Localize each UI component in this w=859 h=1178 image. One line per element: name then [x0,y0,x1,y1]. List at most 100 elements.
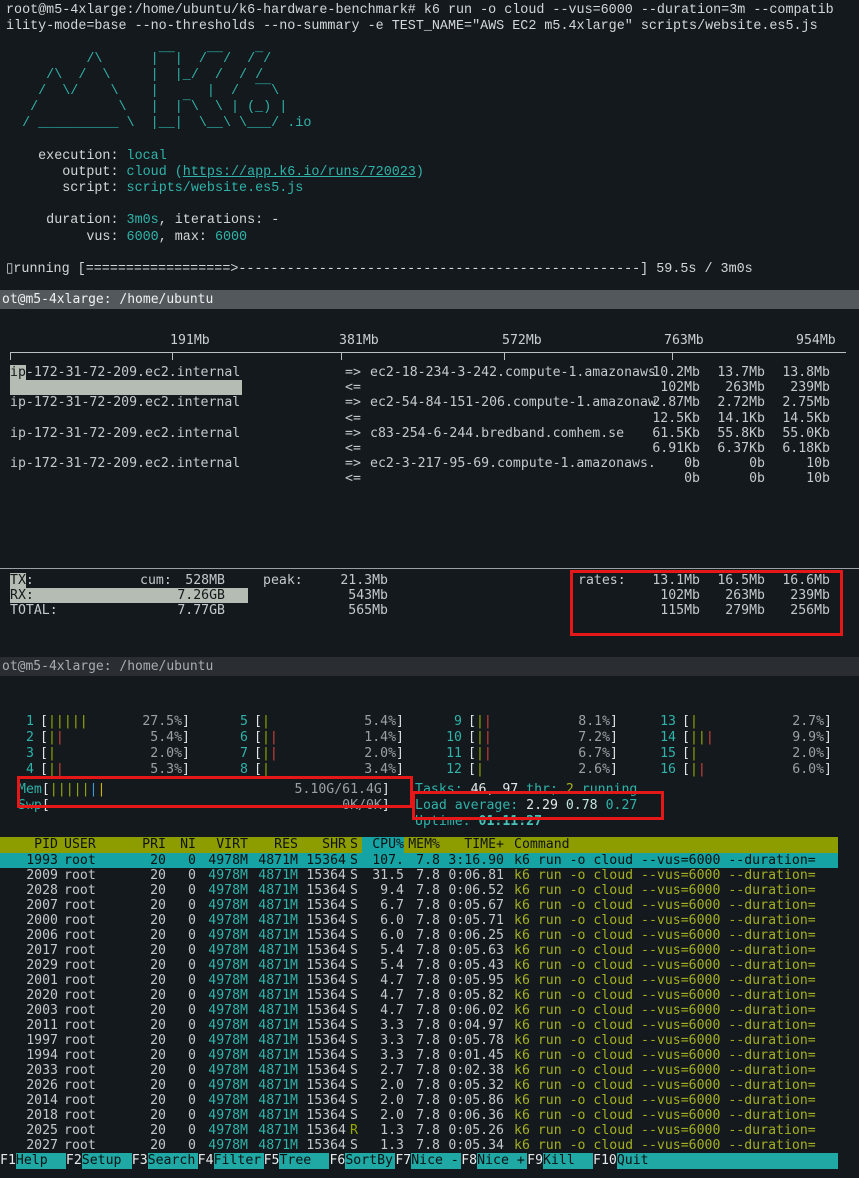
process-row-2028[interactable]: 2028root2004978M4871M15364S9.47.80:06.52… [0,883,838,898]
k6-cloud-run-link[interactable]: https://app.k6.io/runs/720023 [183,165,416,180]
fkey-label: Quit [617,1153,838,1169]
column-header-pid[interactable]: PID [0,837,58,853]
column-header-pri[interactable]: PRI [142,837,166,853]
process-row-2018[interactable]: 2018root2004978M4871M15364S2.07.80:06.36… [0,1108,838,1123]
process-row-1994[interactable]: 1994root2004978M4871M15364S3.37.80:01.45… [0,1048,838,1063]
process-row-2025[interactable]: 2025root2004978M4871M15364R1.37.80:05.26… [0,1123,838,1138]
fkey-label: Filter [214,1153,264,1169]
execution-label: execution: [6,149,127,164]
arrow-out-icon: => [345,426,361,441]
window-titlebar-htop: ot@m5-4xlarge: /home/ubuntu [0,657,859,676]
process-row-2033[interactable]: 2033root2004978M4871M15364S2.77.80:02.38… [0,1063,838,1078]
meter-value: 0K/0K [342,798,382,814]
process-row-2027[interactable]: 2027root2004978M4871M15364S1.37.80:05.34… [0,1138,838,1153]
process-row-1993[interactable]: 1993root2004978M4871M15364S107.7.83:16.9… [0,853,838,868]
shell-prompt-line: root@m5-4xlarge:/home/ubuntu/k6-hardware… [6,3,834,18]
meter-open-bracket: [ [42,782,50,798]
iftop-connection-row[interactable]: ip-172-31-72-209.ec2.internal=>ec2-3-217… [0,456,859,471]
process-command: k6 run -o cloud --vus=6000 --duration= [504,1048,838,1063]
process-row-2026[interactable]: 2026root2004978M4871M15364S2.07.80:05.32… [0,1078,838,1093]
process-row-2001[interactable]: 2001root2004978M4871M15364S4.77.80:05.95… [0,973,838,988]
fkey-f1[interactable]: F1Help [0,1153,66,1169]
fkey-f3[interactable]: F3Search [132,1153,198,1169]
fkey-f4[interactable]: F4Filter [198,1153,264,1169]
fkey-label: Nice + [477,1153,527,1169]
hostname-destination: c83-254-6-244.bredband.comhem.se [370,426,624,441]
hostname-source: ip-172-31-72-209.ec2.internal [10,456,240,471]
iftop-connection-row[interactable]: ip-172-31-72-209.ec2.internal=>ec2-18-23… [0,365,859,380]
meter-close-bracket: ] [824,730,832,746]
cumulative-value: 7.26GB [150,588,225,603]
process-row-2029[interactable]: 2029root2004978M4871M15364S5.47.80:05.43… [0,958,838,973]
meter-value: 2.6% [578,762,610,778]
rx-rate-value: 12.5Kb [636,411,700,426]
column-header-command[interactable]: Command [504,837,838,853]
process-command: k6 run -o cloud --vus=6000 --duration= [504,973,838,988]
process-command: k6 run -o cloud --vus=6000 --duration= [504,943,838,958]
iftop-total-row: TX:cum:peak:rates:528MB21.3Mb13.1Mb16.5M… [0,573,859,588]
rate-value: 102Mb [636,588,700,603]
column-header-s[interactable]: S [346,837,362,853]
rate-value: 16.5Mb [701,573,765,588]
process-command: k6 run -o cloud --vus=6000 --duration= [504,898,838,913]
column-header-ni[interactable]: NI [166,837,196,853]
fkey-label: Setup [82,1153,132,1169]
column-header-res[interactable]: RES [248,837,298,853]
cpu-id: 12 [436,762,462,778]
k6-ascii-logo-line: / \ | |‾\ \ | (_) | [6,100,295,115]
fkey-f2[interactable]: F2Setup [66,1153,132,1169]
rate-value: 115Mb [636,603,700,618]
tx-rate-value: 2.87Mb [636,395,700,410]
cpu-meter-6: 6[||1.4%] [222,730,436,746]
process-row-2007[interactable]: 2007root2004978M4871M15364S6.77.80:05.67… [0,898,838,913]
iftop-connection-row[interactable]: ip-172-31-72-209.ec2.internal => c83-254-6… [0,426,859,441]
tx-rate-value: 13.7Mb [701,365,765,380]
iftop-connection-row[interactable]: ip-172-31-72-209.ec2.internal=>ec2-54-84… [0,395,859,410]
fkey-f9[interactable]: F9Kill [527,1153,593,1169]
process-row-2014[interactable]: 2014root2004978M4871M15364S2.07.80:05.86… [0,1093,838,1108]
column-header-mem[interactable]: MEM% [404,837,440,853]
meter-value: 27.5% [142,714,182,730]
process-row-2000[interactable]: 2000root2004978M4871M15364S6.07.80:05.71… [0,913,838,928]
vus-max-value: 6000 [215,230,247,245]
fkey-number: F8 [461,1153,477,1169]
column-header-shr[interactable]: SHR [298,837,346,853]
fkey-f10[interactable]: F10Quit [593,1153,838,1169]
peak-header: peak: [263,573,303,588]
cpu-id: 4 [8,762,34,778]
column-header-time[interactable]: TIME+ [440,837,504,853]
meter-close-bracket: ] [610,746,618,762]
process-command: k6 run -o cloud --vus=6000 --duration= [504,1093,838,1108]
process-row-2003[interactable]: 2003root2004978M4871M15364S4.77.80:06.02… [0,1003,838,1018]
fkey-f6[interactable]: F6SortBy [329,1153,395,1169]
process-row-2017[interactable]: 2017root2004978M4871M15364S5.47.80:05.63… [0,943,838,958]
process-table-header[interactable]: PIDUSERPRINIVIRTRESSHRSCPU%MEM%TIME+Comm… [0,837,838,853]
fkey-f5[interactable]: F5Tree [264,1153,330,1169]
process-row-1997[interactable]: 1997root2004978M4871M15364S3.37.80:05.78… [0,1033,838,1048]
process-command: k6 run -o cloud --vus=6000 --duration= [504,1138,838,1153]
fkey-f8[interactable]: F8Nice + [461,1153,527,1169]
column-header-cpu[interactable]: CPU% [362,837,404,853]
fkey-f7[interactable]: F7Nice - [395,1153,461,1169]
cpu-meter-2: 2[||5.4%] [8,730,222,746]
process-row-2006[interactable]: 2006root2004978M4871M15364S6.07.80:06.25… [0,928,838,943]
meter-value: 6.0% [792,762,824,778]
arrow-in-icon: <= [345,471,361,486]
fkey-number: F4 [198,1153,214,1169]
meter-open-bracket: [ [254,730,262,746]
column-header-user[interactable]: USER [58,837,142,853]
meter-close-bracket: ] [382,798,390,814]
process-command: k6 run -o cloud --vus=6000 --duration= [504,1078,838,1093]
process-row-2020[interactable]: 2020root2004978M4871M15364S4.77.80:05.82… [0,988,838,1003]
hostname-source: ip-172-31-72-209.ec2.internal [10,426,240,441]
column-header-virt[interactable]: VIRT [196,837,248,853]
meter-close-bracket: ] [824,714,832,730]
cpu-meter-15: 15[|2.0%] [650,746,859,762]
meter-open-bracket: [ [682,730,690,746]
process-row-2011[interactable]: 2011root2004978M4871M15364S3.37.80:04.97… [0,1018,838,1033]
tx-rate-value: 2.72Mb [701,395,765,410]
meter-close-bracket: ] [182,714,190,730]
process-row-2009[interactable]: 2009root2004978M4871M15364S31.57.80:06.8… [0,868,838,883]
shell-prompt-line: ility-mode=base --no-thresholds --no-sum… [6,19,818,34]
cpu-meter-13: 13[|2.7%] [650,714,859,730]
